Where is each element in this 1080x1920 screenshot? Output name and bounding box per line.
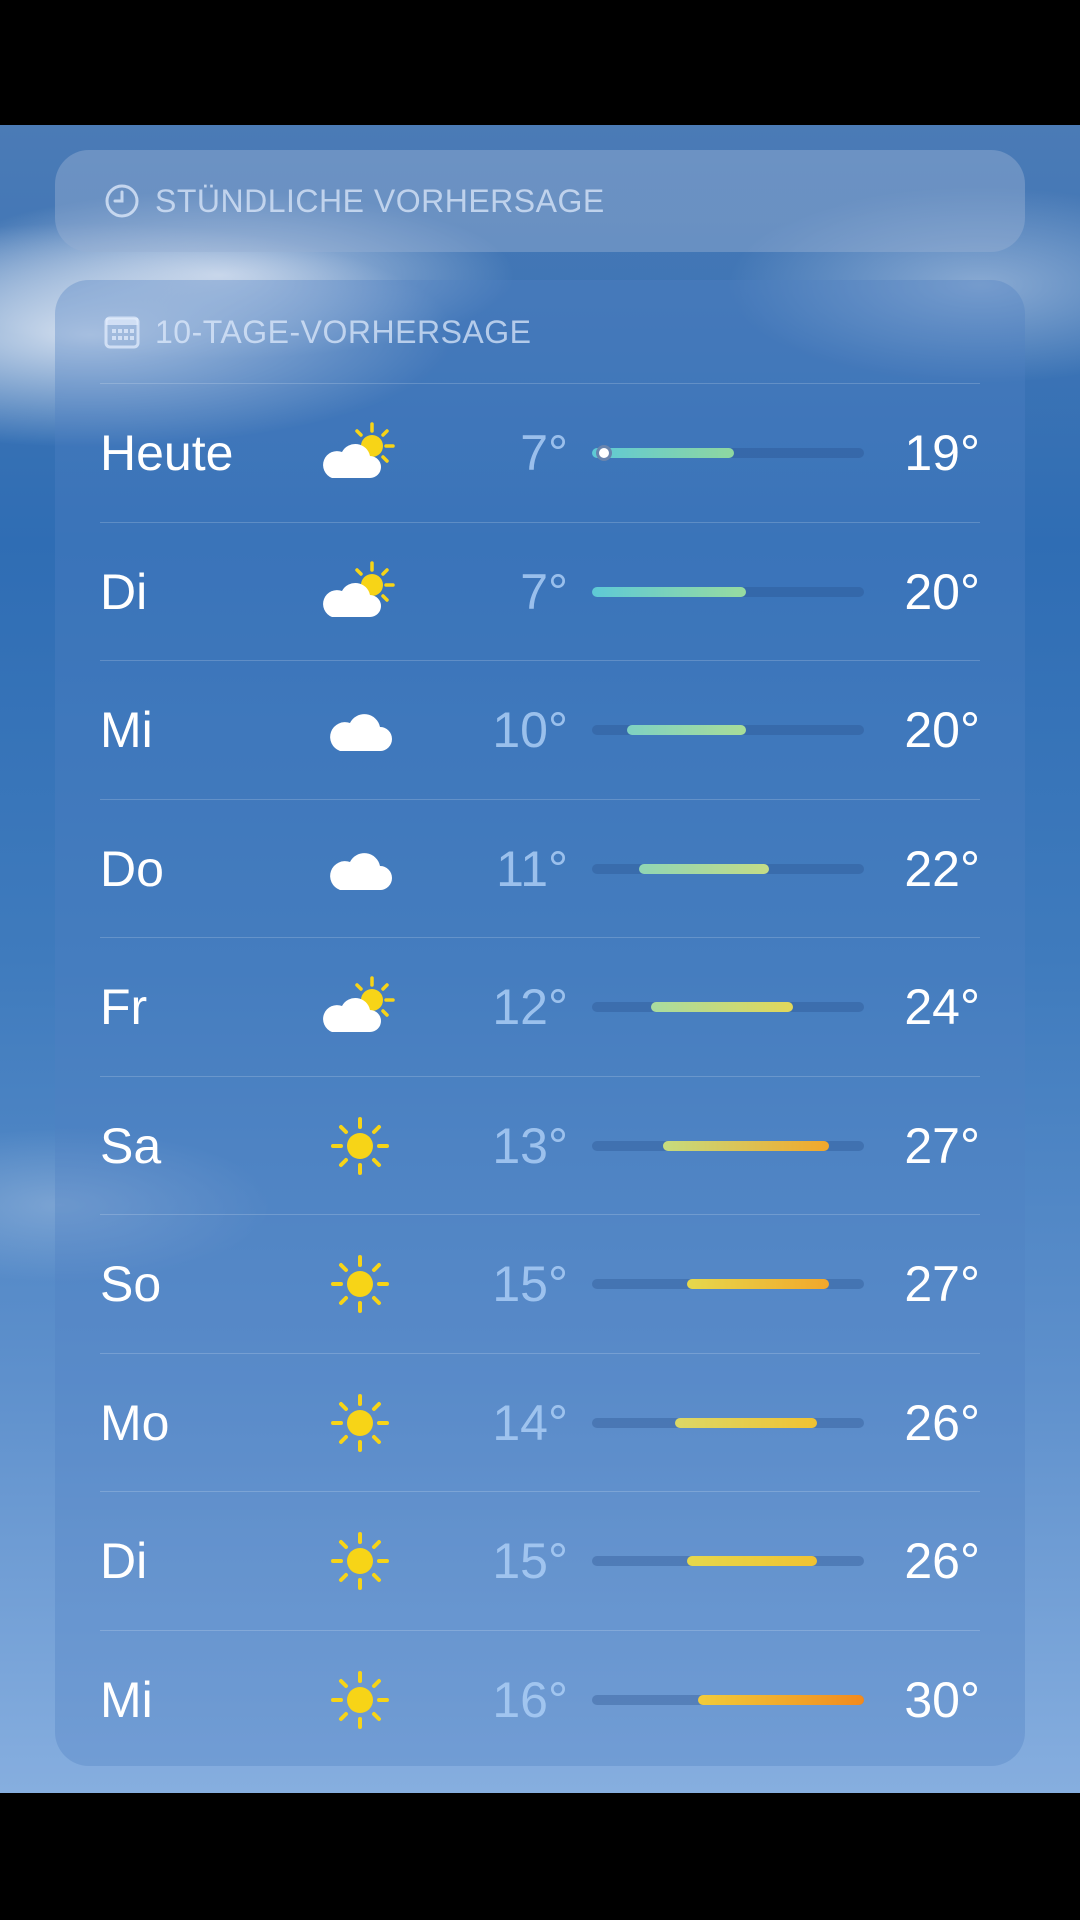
sun-icon (320, 1388, 400, 1458)
day-label: Di (100, 563, 148, 620)
day-label: Fr (100, 979, 148, 1035)
hourly-forecast-title: STÜNDLICHE VORHERSAGE (155, 182, 605, 219)
temperature-range-fill (627, 725, 746, 735)
forecast-row[interactable]: Sa 13° 27° (100, 1075, 980, 1215)
low-temperature: 12° (492, 979, 568, 1035)
day-label: Mo (100, 1394, 170, 1451)
temperature-range-fill (674, 1417, 817, 1428)
current-temperature-marker (595, 445, 612, 461)
low-temperature: 16° (492, 1671, 568, 1728)
forecast-row[interactable]: Mi 10° 20° (100, 660, 980, 799)
day-label: Sa (100, 1117, 162, 1174)
forecast-row[interactable]: Mo 14° 26° (100, 1352, 980, 1492)
low-temperature: 15° (492, 1256, 568, 1312)
screen: STÜNDLICHE VORHERSAGE 10-TAGE-VORHERSAGE… (0, 0, 1080, 1920)
day-label: Di (100, 1533, 148, 1589)
temperature-range-fill (592, 448, 734, 458)
forecast-row[interactable]: Di 7° 20° (100, 521, 980, 661)
temperature-range-bar (592, 1556, 864, 1566)
temperature-range-fill (698, 1694, 864, 1705)
partly-sunny-icon (320, 972, 400, 1042)
high-temperature: 27° (904, 1256, 980, 1312)
high-temperature: 20° (904, 563, 980, 620)
temperature-range-bar (592, 586, 864, 597)
ten-day-forecast-title: 10-TAGE-VORHERSAGE (155, 313, 532, 350)
hourly-forecast-header: STÜNDLICHE VORHERSAGE (103, 150, 605, 252)
temperature-range-fill (639, 863, 770, 874)
forecast-row[interactable]: Fr 12° 24° (100, 937, 980, 1076)
sun-icon (320, 1111, 400, 1181)
high-temperature: 26° (904, 1533, 980, 1589)
temperature-range-fill (651, 1002, 794, 1012)
low-temperature: 14° (492, 1394, 568, 1451)
low-temperature: 13° (492, 1117, 568, 1174)
low-temperature: 10° (492, 702, 568, 758)
forecast-rows: Heute 7° 19° Di 7° 20° Mi 10° 20° Do 11° 22° Fr (100, 383, 980, 1768)
cloud-icon (320, 834, 400, 904)
day-label: Do (100, 840, 164, 897)
cloud-icon (320, 695, 400, 765)
forecast-row[interactable]: Heute 7° 19° (100, 383, 980, 522)
high-temperature: 22° (904, 840, 980, 897)
high-temperature: 30° (904, 1671, 980, 1728)
ten-day-forecast-header: 10-TAGE-VORHERSAGE (103, 292, 531, 372)
low-temperature: 11° (496, 840, 568, 897)
temperature-range-fill (686, 1556, 817, 1566)
low-temperature: 7° (520, 425, 568, 481)
temperature-range-bar (592, 1279, 864, 1289)
sun-icon (320, 1249, 400, 1319)
sun-icon (320, 1665, 400, 1735)
low-temperature: 7° (520, 563, 568, 620)
temperature-range-bar (592, 1417, 864, 1428)
low-temperature: 15° (492, 1533, 568, 1589)
hourly-forecast-card[interactable]: STÜNDLICHE VORHERSAGE (55, 150, 1025, 252)
forecast-row[interactable]: Mi 16° 30° (100, 1629, 980, 1769)
partly-sunny-icon (320, 557, 400, 627)
temperature-range-bar (592, 1694, 864, 1705)
forecast-row[interactable]: So 15° 27° (100, 1214, 980, 1353)
high-temperature: 24° (904, 979, 980, 1035)
clock-icon (103, 182, 141, 220)
day-label: Mi (100, 1671, 153, 1728)
high-temperature: 26° (904, 1394, 980, 1451)
temperature-range-fill (686, 1279, 829, 1289)
forecast-row[interactable]: Do 11° 22° (100, 798, 980, 938)
day-label: So (100, 1256, 162, 1312)
ten-day-forecast-card: 10-TAGE-VORHERSAGE Heute 7° 19° Di 7° 20° Mi… (55, 280, 1025, 1766)
temperature-range-fill (592, 586, 746, 597)
high-temperature: 20° (904, 702, 980, 758)
partly-sunny-icon (320, 418, 400, 488)
forecast-row[interactable]: Di 15° 26° (100, 1491, 980, 1630)
day-label: Heute (100, 425, 234, 481)
temperature-range-bar (592, 725, 864, 735)
calendar-icon (103, 313, 141, 351)
temperature-range-bar (592, 1002, 864, 1012)
temperature-range-fill (662, 1140, 829, 1151)
temperature-range-bar (592, 1140, 864, 1151)
high-temperature: 19° (904, 425, 980, 481)
day-label: Mi (100, 702, 153, 758)
sun-icon (320, 1526, 400, 1596)
temperature-range-bar (592, 445, 864, 461)
temperature-range-bar (592, 863, 864, 874)
high-temperature: 27° (904, 1117, 980, 1174)
